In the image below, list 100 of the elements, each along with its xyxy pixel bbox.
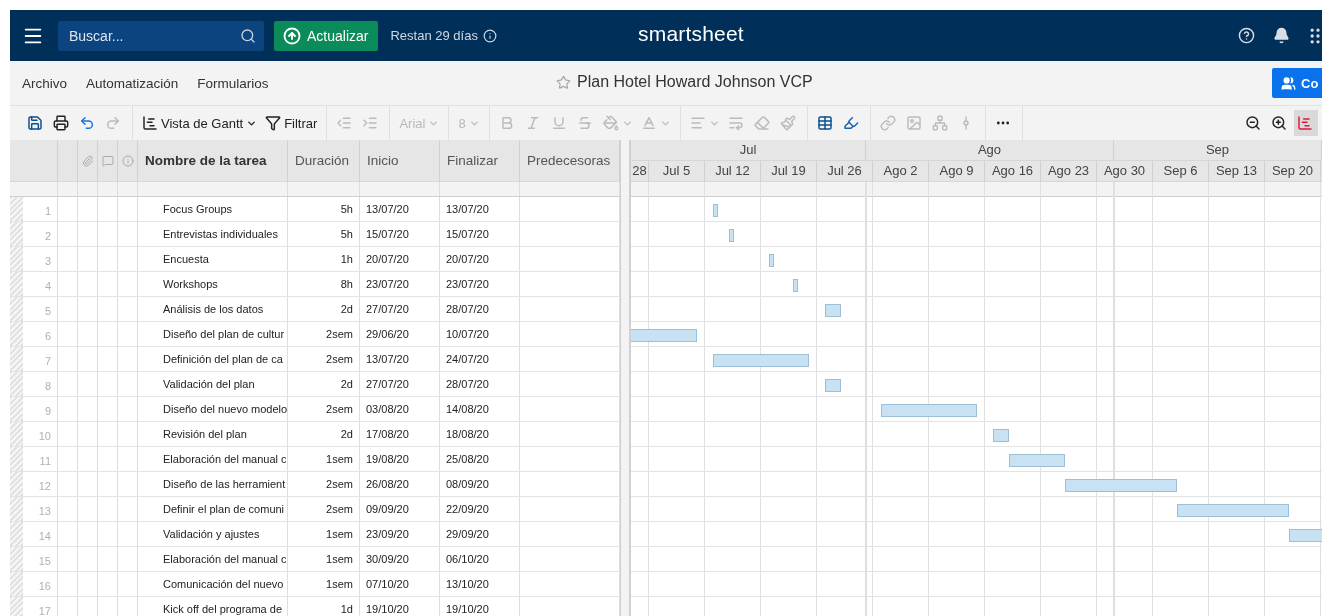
table-cell: Definición del plan de ca — [138, 347, 288, 371]
week-header: Sep 13 — [1209, 161, 1265, 181]
zoom-out-icon — [1245, 115, 1261, 131]
table-cell: 29/09/20 — [440, 522, 520, 546]
column-header[interactable]: Duración — [288, 140, 360, 181]
week-header: Jul 12 — [705, 161, 761, 181]
table-cell: 5h — [288, 197, 360, 221]
table-cell: 13/07/20 — [360, 347, 440, 371]
row-number: 9 — [43, 404, 52, 419]
week-header: Sep 6 — [1153, 161, 1209, 181]
column-header[interactable]: Inicio — [360, 140, 440, 181]
drag-handle[interactable] — [10, 497, 23, 521]
column-header[interactable]: Nombre de la tarea — [138, 140, 288, 181]
row-number: 2 — [43, 229, 52, 244]
drag-handle[interactable] — [10, 322, 23, 346]
table-cell: 03/08/20 — [360, 397, 440, 421]
table-cell: 28/07/20 — [440, 297, 520, 321]
paintbrush-icon — [779, 115, 796, 131]
row-number: 17 — [37, 604, 52, 616]
table-cell: 14/08/20 — [440, 397, 520, 421]
row-number: 8 — [43, 379, 52, 394]
table-cell: 1sem — [288, 522, 360, 546]
drag-handle[interactable] — [10, 447, 23, 471]
outdent-icon — [336, 115, 353, 131]
month-header: Sep — [1114, 140, 1322, 160]
task-bar[interactable] — [1065, 479, 1177, 492]
drag-handle[interactable] — [10, 597, 23, 616]
drag-handle[interactable] — [10, 422, 23, 446]
search-field[interactable]: Buscar... — [58, 20, 264, 51]
help-icon[interactable] — [1238, 27, 1255, 44]
menu-item[interactable]: Archivo — [22, 75, 67, 91]
row-number: 13 — [37, 504, 52, 519]
arrow-up-icon — [283, 26, 301, 45]
drag-handle[interactable] — [10, 372, 23, 396]
align-left-icon — [689, 115, 706, 131]
drag-handle[interactable] — [10, 572, 23, 596]
drag-handle[interactable] — [10, 347, 23, 371]
task-bar[interactable] — [793, 279, 798, 292]
drag-handle[interactable] — [10, 472, 23, 496]
row-number: 1 — [43, 204, 52, 219]
task-bar[interactable] — [1009, 454, 1065, 467]
star-icon[interactable] — [556, 74, 571, 90]
task-bar[interactable] — [769, 254, 774, 267]
filter-button[interactable]: Filtrar — [262, 110, 321, 136]
month-header: Ago — [866, 140, 1114, 160]
table-cell: 1sem — [288, 572, 360, 596]
text-color-icon — [640, 115, 657, 131]
sheet-title: Plan Hotel Howard Johnson VCP — [577, 73, 813, 91]
drag-handle[interactable] — [10, 397, 23, 421]
table-cell: 30/09/20 — [360, 547, 440, 571]
task-bar[interactable] — [713, 204, 718, 217]
info-icon[interactable] — [482, 28, 497, 43]
share-button[interactable]: Co — [1272, 68, 1322, 98]
upgrade-button[interactable]: Actualizar — [274, 20, 379, 51]
task-bar[interactable] — [713, 354, 809, 367]
table-cell: 19/10/20 — [440, 597, 520, 616]
strikethrough-icon — [576, 115, 593, 131]
attachment-icon — [81, 154, 94, 167]
task-bar[interactable] — [729, 229, 734, 242]
menu-item[interactable]: Formularios — [197, 75, 269, 91]
row-number: 12 — [37, 479, 52, 494]
trial-notice: Restan 29 días — [390, 28, 478, 43]
drag-handle[interactable] — [10, 247, 23, 271]
table-cell: Revisión del plan — [138, 422, 288, 446]
menu-item[interactable]: Automatización — [86, 75, 179, 91]
table-cell: 2d — [288, 422, 360, 446]
task-bar[interactable] — [825, 379, 841, 392]
table-cell: Diseño del nuevo modelo — [138, 397, 288, 421]
task-bar[interactable] — [881, 404, 977, 417]
table-cell: 29/06/20 — [360, 322, 440, 346]
column-header[interactable]: Finalizar — [440, 140, 520, 181]
table-cell: Validación del plan — [138, 372, 288, 396]
drag-handle[interactable] — [10, 522, 23, 546]
save-icon — [27, 115, 43, 131]
drag-handle[interactable] — [10, 222, 23, 246]
table-cell: 2sem — [288, 347, 360, 371]
drag-handle[interactable] — [10, 272, 23, 296]
drag-handle[interactable] — [10, 197, 23, 221]
drag-handle[interactable] — [10, 547, 23, 571]
users-icon — [1281, 75, 1296, 91]
row-number: 3 — [43, 254, 52, 269]
table-cell: Encuesta — [138, 247, 288, 271]
table-cell: 28/07/20 — [440, 372, 520, 396]
week-header: 28 — [631, 161, 649, 181]
task-bar[interactable] — [825, 304, 841, 317]
table-cell: 20/07/20 — [440, 247, 520, 271]
table-cell: Elaboración del manual c — [138, 447, 288, 471]
table-cell: Workshops — [138, 272, 288, 296]
table-cell: 2sem — [288, 472, 360, 496]
drag-handle[interactable] — [10, 297, 23, 321]
task-bar[interactable] — [993, 429, 1009, 442]
view-dropdown[interactable]: Vista de Gantt — [139, 110, 261, 136]
link-icon — [879, 115, 896, 131]
bell-icon[interactable] — [1273, 27, 1290, 44]
task-bar[interactable] — [1177, 504, 1289, 517]
table-cell: Focus Groups — [138, 197, 288, 221]
table-cell: 24/07/20 — [440, 347, 520, 371]
undo-icon — [79, 115, 95, 131]
table-cell: 27/07/20 — [360, 297, 440, 321]
table-cell: Comunicación del nuevo — [138, 572, 288, 596]
